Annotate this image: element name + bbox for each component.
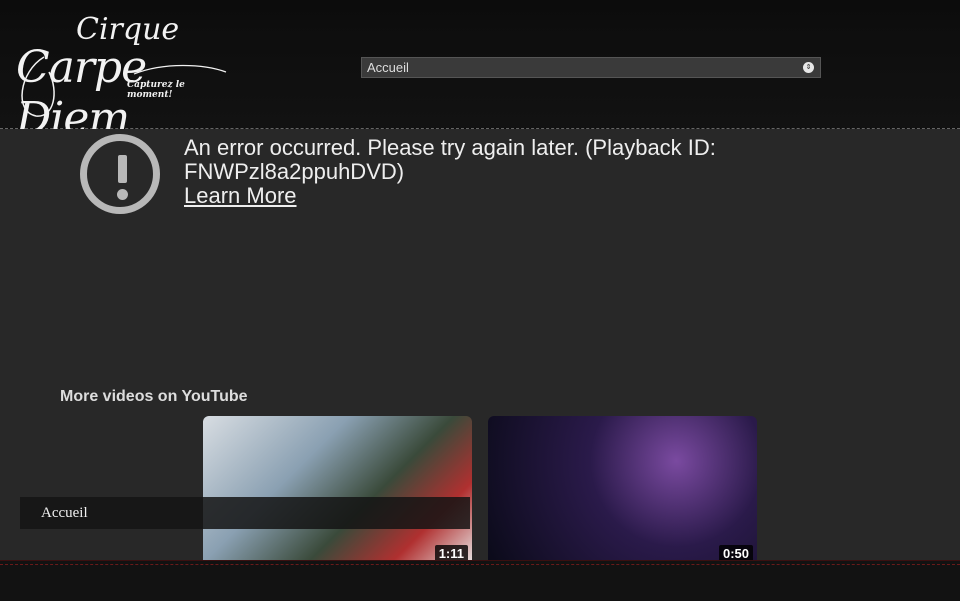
site-logo[interactable]: Cirque Carpe Diem Capturez le moment!	[14, 12, 230, 144]
video-player[interactable]: An error occurred. Please try again late…	[0, 129, 960, 566]
video-thumbnail-1[interactable]: 1:11	[203, 416, 472, 566]
nav-select[interactable]: Accueil ⇕	[361, 57, 821, 78]
site-header: Cirque Carpe Diem Capturez le moment! Ac…	[0, 0, 960, 144]
error-message: An error occurred. Please try again late…	[184, 135, 716, 184]
nav-select-value: Accueil	[367, 60, 409, 75]
menu-item-accueil[interactable]: Accueil	[20, 497, 470, 529]
select-arrows-icon: ⇕	[803, 62, 814, 73]
error-icon	[80, 134, 160, 214]
menu-item-label: Accueil	[41, 505, 88, 521]
more-videos-label: More videos on YouTube	[60, 388, 248, 405]
logo-tagline: Capturez le moment!	[127, 80, 185, 100]
site-footer	[0, 560, 960, 601]
learn-more-link[interactable]: Learn More	[184, 184, 297, 208]
video-thumbnail-2[interactable]: 0:50	[488, 416, 757, 566]
